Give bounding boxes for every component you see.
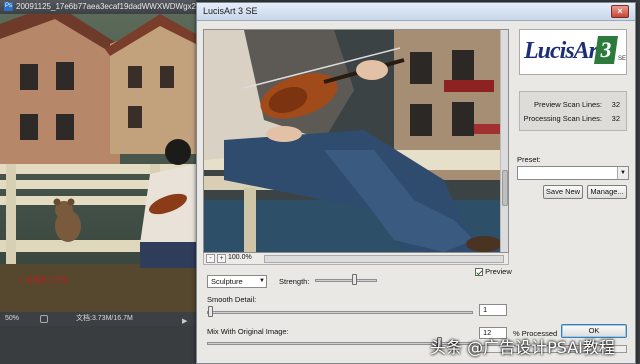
watermark-text: 头条 @广告设计PSAI教程 <box>430 338 615 357</box>
scrollbar-thumb[interactable] <box>502 170 508 206</box>
svg-text:✕ 金摄影工作室: ✕ 金摄影工作室 <box>18 275 68 284</box>
document-canvas[interactable]: ✕ 金摄影工作室 <box>0 14 196 312</box>
scan-lines-panel: Preview Scan Lines: 32 Processing Scan Li… <box>519 91 627 131</box>
preview-scan-lines-value: 32 <box>611 100 620 109</box>
photoshop-document-window: Ps 20091125_17e6b77aea3ecaf19dadWWXWDWgx2 <box>0 0 196 326</box>
logo-edition: SE <box>618 56 627 62</box>
photoshop-icon: Ps <box>4 2 13 12</box>
document-photo: ✕ 金摄影工作室 <box>0 14 196 312</box>
preview-vertical-scrollbar[interactable] <box>500 30 508 252</box>
preview-horizontal-scrollbar[interactable] <box>264 255 504 263</box>
preview-scan-lines-row: Preview Scan Lines: 32 <box>534 100 620 109</box>
strength-label: Strength: <box>279 277 310 286</box>
preview-pane[interactable] <box>203 29 509 253</box>
lucisart-dialog: LucisArt 3 SE × - + 100.0% LucisArt 3 SE… <box>196 2 636 364</box>
zoom-readout[interactable]: 50% <box>5 312 19 326</box>
save-new-button[interactable]: Save New <box>543 185 583 199</box>
processing-scan-lines-row: Processing Scan Lines: 32 <box>524 114 620 123</box>
logo-version-badge: 3 <box>594 36 618 64</box>
document-title: 20091125_17e6b77aea3ecaf19dadWWXWDWgx2 <box>16 2 196 11</box>
dialog-titlebar[interactable]: LucisArt 3 SE × <box>197 3 635 21</box>
strength-slider-thumb[interactable] <box>352 274 357 285</box>
logo-wordmark: LucisArt <box>524 38 604 64</box>
document-tab[interactable]: Ps 20091125_17e6b77aea3ecaf19dadWWXWDWgx2 <box>0 0 196 14</box>
processing-scan-lines-label: Processing Scan Lines: <box>523 114 602 123</box>
smooth-detail-input[interactable]: 1 <box>479 304 507 316</box>
manage-button[interactable]: Manage... <box>587 185 627 199</box>
dialog-title: LucisArt 3 SE <box>203 6 258 16</box>
chevron-down-icon[interactable]: ▼ <box>617 167 628 179</box>
lucisart-logo: LucisArt 3 SE <box>519 29 627 75</box>
preview-checkbox[interactable] <box>475 268 483 277</box>
mode-value: Sculpture <box>211 277 243 286</box>
zoom-percent: 100.0% <box>228 254 252 261</box>
processing-scan-lines-value: 32 <box>611 114 620 123</box>
smooth-detail-slider-thumb[interactable] <box>208 306 213 317</box>
preview-toggle[interactable]: Preview <box>475 267 512 277</box>
preview-toolbar: - + 100.0% <box>203 253 509 265</box>
zoom-out-button[interactable]: - <box>206 254 215 263</box>
close-button[interactable]: × <box>611 5 629 18</box>
smooth-detail-label: Smooth Detail: <box>207 295 257 304</box>
document-size-info: 文档:3.73M/16.7M <box>76 315 133 322</box>
preview-image[interactable] <box>204 30 500 252</box>
preview-photo <box>204 30 500 252</box>
preset-label: Preset: <box>517 155 541 164</box>
preset-dropdown[interactable]: ▼ <box>517 166 629 180</box>
zoom-in-button[interactable]: + <box>217 254 226 263</box>
chevron-down-icon[interactable]: ▼ <box>259 276 265 287</box>
preview-scan-lines-label: Preview Scan Lines: <box>534 100 602 109</box>
navigator-icon[interactable] <box>40 315 48 323</box>
mode-dropdown[interactable]: Sculpture ▼ <box>207 275 267 288</box>
strength-slider-track[interactable] <box>315 279 377 282</box>
preview-checkbox-label: Preview <box>485 267 512 276</box>
mix-original-label: Mix With Original Image: <box>207 327 289 336</box>
status-bar: 50% 文档:3.73M/16.7M ▶ <box>0 312 196 326</box>
smooth-detail-slider-track[interactable] <box>207 311 473 314</box>
